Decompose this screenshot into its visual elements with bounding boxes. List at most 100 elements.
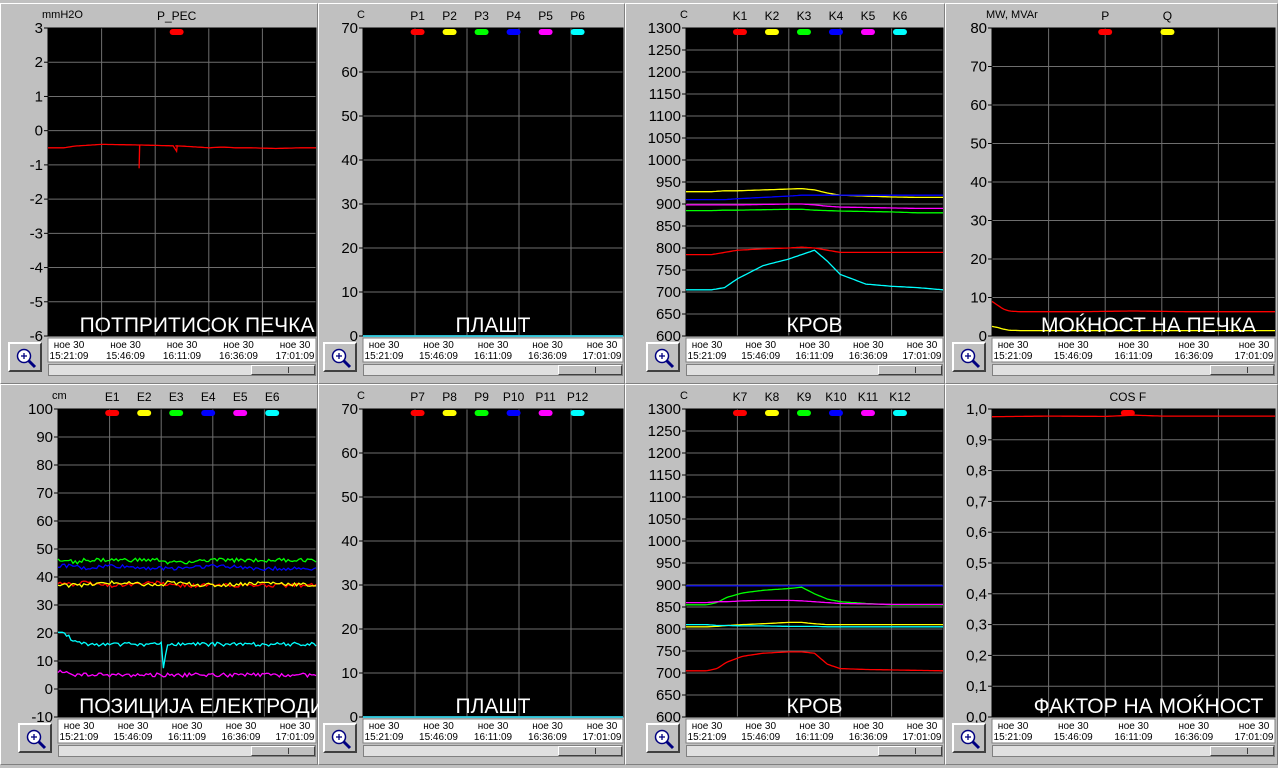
legend-swatch	[1098, 29, 1113, 35]
legend-swatch	[796, 410, 811, 416]
y-tick-label: 1150	[649, 86, 681, 103]
time-clock-label: 15:46:09	[419, 351, 458, 362]
legend-label: P10	[503, 390, 525, 404]
y-tick-label: 1050	[648, 511, 681, 528]
legend-swatch	[506, 29, 521, 35]
y-tick-label: 800	[656, 240, 681, 257]
y-tick-label: 1	[35, 88, 43, 105]
time-scrollbar[interactable]	[58, 745, 316, 757]
legend-label: E6	[265, 390, 280, 404]
legend-swatch	[796, 29, 811, 35]
time-date-label: ное 30	[280, 721, 311, 732]
time-scrollbar[interactable]	[363, 364, 623, 376]
zoom-button[interactable]	[952, 342, 986, 372]
legend-swatch	[538, 29, 553, 35]
time-clock-label: 16:11:09	[795, 732, 834, 743]
time-clock-label: 17:01:09	[276, 732, 315, 743]
zoom-button[interactable]	[646, 723, 680, 753]
magnifier-icon	[654, 729, 675, 750]
chart-title: ПЛАШТ	[456, 314, 531, 337]
time-scrollbar[interactable]	[992, 745, 1275, 757]
scrollbar-thumb[interactable]	[878, 746, 942, 756]
time-clock-label: 17:01:09	[583, 732, 622, 743]
time-scrollbar[interactable]	[686, 364, 943, 376]
legend-label: K1	[733, 9, 748, 23]
legend-label: P3	[474, 9, 489, 23]
unit-label: C	[680, 390, 688, 402]
legend-swatch	[828, 29, 843, 35]
time-date-label: ное 30	[172, 721, 203, 732]
legend-swatch	[265, 410, 280, 416]
scrollbar-thumb[interactable]	[1210, 746, 1274, 756]
legend-swatch	[442, 410, 457, 416]
legend-swatch	[570, 29, 585, 35]
scrollbar-thumb[interactable]	[1210, 365, 1274, 375]
magnifier-icon	[16, 348, 37, 369]
time-date-label: ное 30	[532, 340, 563, 351]
legend-swatch	[892, 410, 907, 416]
time-date-label: ное 30	[1178, 721, 1209, 732]
time-date-label: ное 30	[423, 340, 454, 351]
zoom-button[interactable]	[8, 342, 42, 372]
chart-svg: 1,00,90,80,70,60,50,40,30,20,10,0COS FФА…	[966, 390, 1276, 744]
time-scrollbar[interactable]	[992, 364, 1275, 376]
chart-panel: 1300 1250 1200 1150 1100 1050 1000 950 900 850 800…	[625, 3, 945, 384]
legend-label: P7	[410, 390, 425, 404]
unit-label: C	[357, 9, 365, 21]
y-tick-label: 650	[656, 687, 681, 704]
scrollbar-thumb[interactable]	[251, 365, 315, 375]
scrollbar-thumb[interactable]	[251, 746, 315, 756]
time-scrollbar[interactable]	[686, 745, 943, 757]
time-clock-label: 16:36:09	[222, 732, 261, 743]
zoom-button[interactable]	[952, 723, 986, 753]
legend-swatch	[538, 410, 553, 416]
time-date-label: ное 30	[280, 340, 311, 351]
time-scrollbar[interactable]	[363, 745, 623, 757]
legend-swatch	[233, 410, 248, 416]
legend-label: E2	[137, 390, 152, 404]
scrollbar-thumb[interactable]	[558, 365, 622, 375]
chart-svg: 706050403020100C P1 P2 P3 P4 P5 P6ПЛАШТное 301…	[341, 9, 624, 363]
legend-swatch	[860, 29, 875, 35]
scrollbar-thumb[interactable]	[558, 746, 622, 756]
y-tick-label: 90	[36, 429, 53, 446]
legend-label: E3	[169, 390, 184, 404]
time-clock-label: 17:01:09	[276, 351, 315, 362]
time-clock-label: 16:36:09	[219, 351, 258, 362]
legend-label: P2	[442, 9, 457, 23]
legend-label: P_PEC	[157, 9, 197, 23]
y-tick-label: 20	[970, 251, 987, 268]
y-tick-label: 650	[656, 306, 681, 323]
zoom-button[interactable]	[323, 723, 357, 753]
y-tick-label: 50	[341, 489, 358, 506]
legend-label: P1	[410, 9, 425, 23]
magnifier-icon	[960, 729, 981, 750]
time-clock-label: 17:01:09	[903, 732, 942, 743]
time-date-label: ное 30	[853, 340, 884, 351]
time-clock-label: 15:21:09	[994, 351, 1033, 362]
legend-label: K6	[893, 9, 908, 23]
zoom-button[interactable]	[323, 342, 357, 372]
chart-panel: 1300 1250 1200 1150 1100 1050 1000 950 900 850 800…	[625, 384, 945, 765]
y-tick-label: 0	[35, 123, 43, 140]
y-tick-label: 0,7	[966, 493, 987, 510]
y-tick-label: 1050	[648, 130, 681, 147]
y-tick-label: 0,6	[966, 524, 987, 541]
time-clock-label: 16:11:09	[1114, 732, 1153, 743]
legend-swatch	[892, 29, 907, 35]
chart-panel: 3 2 1 0 -1 -2 -3 -4 -5 -6 mmH2O P_PEC ПОТПРИТИСОК ПЕ…	[0, 3, 318, 384]
y-tick-label: 60	[341, 445, 358, 462]
scrollbar-thumb[interactable]	[878, 365, 942, 375]
zoom-button[interactable]	[18, 723, 52, 753]
legend-swatch	[201, 410, 216, 416]
legend-label: K2	[765, 9, 780, 23]
y-tick-label: 1250	[648, 42, 681, 59]
time-date-label: ное 30	[167, 340, 198, 351]
legend-label: K3	[797, 9, 812, 23]
zoom-button[interactable]	[646, 342, 680, 372]
time-date-label: ное 30	[799, 721, 830, 732]
time-date-label: ное 30	[998, 340, 1029, 351]
y-tick-label: 950	[656, 555, 681, 572]
y-tick-label: 10	[341, 665, 358, 682]
time-scrollbar[interactable]	[48, 364, 316, 376]
